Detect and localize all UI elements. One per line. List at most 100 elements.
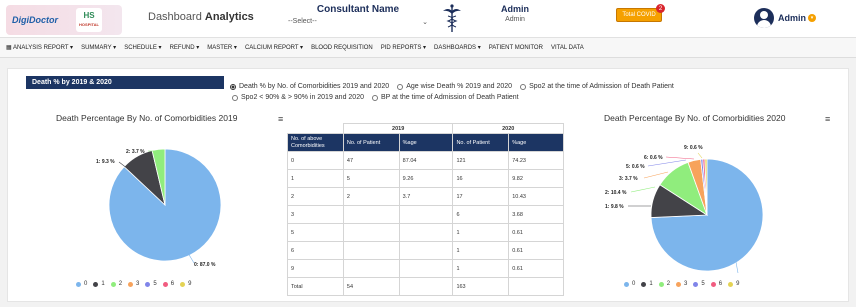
legend-item-0[interactable]: 0: [624, 281, 635, 287]
notification-badge: 2: [656, 4, 665, 13]
report-type-radio-group: Death % by No. of Comorbidities 2019 and…: [230, 81, 682, 103]
radio-comorbidities[interactable]: Death % by No. of Comorbidities 2019 and…: [230, 81, 389, 92]
table-cell: [398, 223, 454, 242]
legend-label: 9: [736, 281, 740, 287]
legend-item-9[interactable]: 9: [180, 281, 191, 287]
year-header-2020: 2020: [452, 123, 564, 134]
column-header: No. of Patient: [452, 133, 510, 152]
table-cell: 17: [452, 187, 510, 206]
data-label-connector: [665, 156, 695, 160]
radio-age-wise[interactable]: Age wise Death % 2019 and 2020: [397, 81, 512, 92]
legend-label: 3: [136, 281, 140, 287]
table-cell: 74.23: [508, 151, 564, 170]
table-cell: [398, 259, 454, 278]
data-label: 9: 0.6 %: [684, 145, 703, 151]
chart-menu-icon[interactable]: ≡: [278, 114, 283, 124]
legend-item-6[interactable]: 6: [710, 281, 722, 287]
table-cell: 87.04: [398, 151, 454, 170]
radio-label: Death % by No. of Comorbidities 2019 and…: [239, 83, 390, 90]
consultant-select[interactable]: --Select-- ⌄: [288, 18, 428, 26]
legend-item-2[interactable]: 2: [658, 281, 670, 287]
radio-unchecked-icon: [520, 83, 527, 90]
chart-menu-icon[interactable]: ≡: [825, 114, 830, 124]
table-cell: [508, 277, 564, 296]
legend-item-0[interactable]: 0: [76, 281, 87, 287]
legend-marker: [162, 281, 168, 287]
table-row: 6 1 0.61: [287, 241, 564, 260]
table-cell: 1: [452, 241, 510, 260]
table-cell: [398, 277, 454, 296]
menu-item-schedule[interactable]: SCHEDULE ▾: [124, 44, 161, 51]
grid-icon: ▦: [6, 45, 14, 51]
legend-label: 2: [118, 281, 123, 287]
table-cell: 9: [287, 259, 344, 278]
admin-subtitle: Admin: [505, 16, 525, 23]
legend-marker: [710, 281, 716, 287]
radio-unchecked-icon: [372, 94, 378, 101]
table-cell: 5: [287, 223, 344, 242]
table-row: 2 2 3.7 17 10.43: [287, 187, 564, 206]
table-cell: 163: [452, 277, 510, 296]
radio-label: Spo2 < 90% & > 90% in 2019 and 2020: [241, 94, 364, 101]
legend-marker: [693, 281, 699, 287]
pie-chart-2019: 0: 87.0 % 1: 9.3 % 2: 3.7 %: [96, 148, 222, 268]
table-cell: 0.61: [508, 223, 564, 242]
legend-marker: [76, 281, 81, 287]
menu-item-calcium-report[interactable]: CALCIUM REPORT ▾: [245, 44, 303, 51]
total-covid-button[interactable]: Total COVID 2: [616, 4, 665, 22]
legend-item-9[interactable]: 9: [728, 281, 739, 287]
table-cell: 10.43: [508, 187, 564, 206]
comorbidity-table: 2019 2020 No. of above Comorbidities No.…: [287, 123, 564, 296]
legend-marker: [180, 281, 186, 287]
table-cell: 1: [452, 259, 510, 278]
chevron-down-icon: ▾: [808, 14, 816, 22]
table-cell: 1: [452, 223, 510, 242]
legend-item-5[interactable]: 5: [693, 281, 705, 287]
table-row: 3 6 3.68: [287, 205, 564, 224]
chevron-down-icon: ⌄: [422, 19, 428, 26]
legend-item-3[interactable]: 3: [128, 281, 139, 287]
table-cell: [342, 241, 400, 260]
app-logo[interactable]: DigiDoctor HS HOSPITAL: [6, 5, 122, 35]
legend-item-6[interactable]: 6: [162, 281, 174, 287]
radio-spo2-threshold[interactable]: Spo2 < 90% & > 90% in 2019 and 2020: [232, 92, 364, 103]
menu-item-vital-data[interactable]: VITAL DATA: [551, 45, 584, 51]
menu-item-analysis-report[interactable]: ▦ ANALYSIS REPORT ▾: [6, 44, 73, 51]
menu-item-pid-reports[interactable]: PID REPORTS ▾: [381, 44, 426, 51]
digidoctor-logo-text: DigiDoctor: [12, 15, 58, 25]
chart-title-2020: Death Percentage By No. of Comorbidities…: [604, 113, 786, 123]
legend-item-2[interactable]: 2: [110, 281, 123, 287]
user-menu[interactable]: Admin ▾: [754, 8, 816, 28]
main-menu: ▦ ANALYSIS REPORT ▾ SUMMARY ▾ SCHEDULE ▾…: [0, 38, 856, 58]
radio-checked-icon: [230, 83, 236, 90]
menu-item-summary[interactable]: SUMMARY ▾: [81, 44, 116, 51]
menu-item-refund[interactable]: REFUND ▾: [170, 44, 200, 51]
avatar-icon: [754, 8, 774, 28]
data-label: 1: 9.8 %: [605, 204, 624, 210]
menu-item-patient-monitor[interactable]: PATIENT MONITOR: [489, 45, 543, 51]
total-covid-label: Total COVID: [622, 12, 656, 18]
table-cell: 16: [452, 169, 510, 188]
legend-item-1[interactable]: 1: [641, 281, 653, 287]
menu-item-dashboards[interactable]: DASHBOARDS ▾: [434, 44, 481, 51]
radio-bp-admission[interactable]: BP at the time of Admission of Death Pat…: [372, 92, 519, 103]
legend-marker: [658, 281, 664, 287]
table-cell: [342, 259, 400, 278]
data-label-connector: [697, 152, 703, 159]
menu-item-blood-requisition[interactable]: BLOOD REQUISITION: [311, 45, 373, 51]
chart-title-2019: Death Percentage By No. of Comorbidities…: [56, 113, 238, 123]
menu-item-master[interactable]: MASTER ▾: [207, 44, 237, 51]
consultant-label: Consultant Name: [316, 4, 400, 15]
legend-label: 1: [101, 281, 105, 287]
admin-role-display: Admin Admin: [490, 4, 540, 23]
radio-spo2-admission[interactable]: Spo2 at the time of Admission of Death P…: [520, 81, 674, 92]
table-cell: 0.61: [508, 241, 564, 260]
column-header: No. of above Comorbidities: [287, 133, 344, 152]
table-cell: Total: [287, 277, 344, 296]
legend-item-1[interactable]: 1: [93, 281, 105, 287]
top-bar: DigiDoctor HS HOSPITAL Dashboard Analyti…: [0, 0, 856, 38]
legend-item-3[interactable]: 3: [676, 281, 687, 287]
legend-item-5[interactable]: 5: [145, 281, 157, 287]
table-cell: 47: [342, 151, 400, 170]
table-cell: [398, 205, 454, 224]
